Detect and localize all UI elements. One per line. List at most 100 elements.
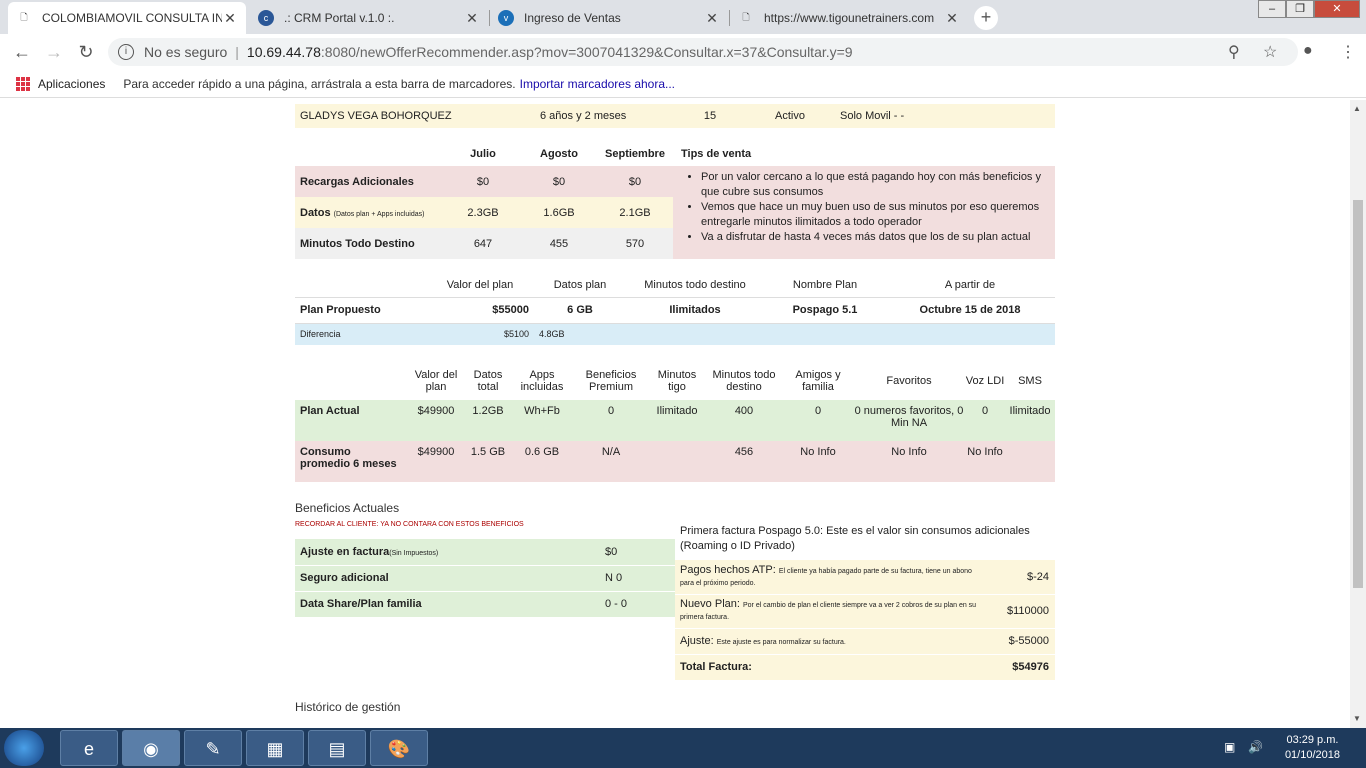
usage-header-row: Julio Agosto Septiembre Tips de venta: [295, 142, 1055, 166]
menu-icon[interactable]: ⋮: [1340, 42, 1356, 62]
current-header: Minutos todo destino: [712, 369, 776, 393]
usage-value: 1.6GB: [543, 206, 575, 219]
proposed-value: Octubre 15 de 2018: [919, 304, 1021, 316]
apps-shortcut[interactable]: Aplicaciones: [38, 77, 105, 91]
spreadsheet-icon[interactable]: ▤: [308, 730, 366, 766]
invoice-table: Pagos hechos ATP: El cliente ya había pa…: [675, 560, 1055, 680]
customer-name: GLADYS VEGA BOHORQUEZ: [300, 110, 452, 122]
current-header: SMS: [1018, 375, 1042, 387]
chrome-icon[interactable]: ◉: [122, 730, 180, 766]
omnibox-divider: |: [235, 44, 239, 60]
invoice-value: $-24: [1026, 570, 1049, 583]
close-icon[interactable]: ✕: [222, 10, 238, 27]
usage-sublabel: (Datos plan + Apps incluidas): [333, 210, 425, 218]
benefit-row: Ajuste en factura(Sin Impuestos) $0: [295, 539, 675, 565]
plan-cell: [649, 441, 705, 482]
plan-cell: No Info: [967, 446, 1003, 458]
address-bar[interactable]: i No es seguro | 10.69.44.78 :8080/newOf…: [108, 38, 1298, 66]
minimize-button[interactable]: –: [1258, 0, 1286, 18]
volume-icon[interactable]: 🔊: [1248, 740, 1263, 754]
tab-ingreso-ventas[interactable]: v Ingreso de Ventas ✕: [490, 2, 728, 34]
close-icon[interactable]: ✕: [704, 10, 720, 27]
invoice-title: Primera factura Pospago 5.0: Este es el …: [680, 525, 1030, 552]
tab-crm-portal[interactable]: c .: CRM Portal v.1.0 :. ✕: [250, 2, 488, 34]
plan-cell: N/A: [601, 446, 621, 458]
customer-row: GLADYS VEGA BOHORQUEZ 6 años y 2 meses 1…: [295, 104, 1055, 128]
clock-date: 01/10/2018: [1284, 749, 1340, 761]
tab-title: COLOMBIAMOVIL CONSULTA IN: [42, 11, 222, 25]
tab-title: Ingreso de Ventas: [524, 11, 621, 25]
invoice-total-row: Total Factura: $54976: [675, 654, 1055, 680]
paint-icon[interactable]: 🎨: [370, 730, 428, 766]
invoice-row: Nuevo Plan: Por el cambio de plan el cli…: [675, 594, 1055, 628]
plan-cell: 0 numeros favoritos, 0 Min NA: [854, 405, 964, 429]
benefits-table: Ajuste en factura(Sin Impuestos) $0 Segu…: [295, 539, 675, 617]
plan-cell: 1.2GB: [472, 405, 504, 417]
notepad-icon[interactable]: ✎: [184, 730, 242, 766]
close-icon[interactable]: ✕: [944, 10, 960, 27]
start-button[interactable]: [4, 730, 44, 766]
benefit-row: Seguro adicional N 0: [295, 565, 675, 591]
close-icon[interactable]: ✕: [464, 10, 480, 27]
plan-cell: No Info: [891, 446, 927, 458]
tab-colombiamovil[interactable]: 🗋 COLOMBIAMOVIL CONSULTA IN ✕: [8, 2, 246, 34]
customer-type: Solo Movil - -: [840, 110, 905, 122]
usage-value: 455: [549, 237, 569, 250]
benefit-label: Ajuste en factura: [300, 545, 390, 558]
calculator-icon[interactable]: ▦: [246, 730, 304, 766]
close-window-button[interactable]: ✕: [1314, 0, 1360, 18]
internet-explorer-icon[interactable]: e: [60, 730, 118, 766]
new-tab-button[interactable]: +: [974, 6, 998, 30]
benefits-title: Beneficios Actuales: [295, 501, 400, 515]
proposed-header-row: Valor del plan Datos plan Minutos todo d…: [295, 273, 1055, 297]
current-header: Apps incluidas: [520, 369, 564, 393]
plan-cell: 400: [734, 405, 754, 417]
row-label: Consumo promedio 6 meses: [300, 446, 397, 470]
customer-lines: 15: [703, 110, 717, 122]
usage-label: Minutos Todo Destino: [300, 237, 415, 250]
proposed-value: 6 GB: [567, 304, 593, 316]
scrollbar-thumb[interactable]: [1353, 200, 1363, 588]
avg-consumption-row: Consumo promedio 6 meses $49900 1.5 GB 0…: [295, 441, 1055, 482]
invoice-total-label: Total Factura:: [680, 661, 752, 674]
invoice-label-cell: Nuevo Plan: Por el cambio de plan el cli…: [675, 594, 985, 628]
proposed-header: Minutos todo destino: [644, 278, 746, 291]
apps-grid-icon[interactable]: [16, 76, 30, 91]
month-header: Agosto: [540, 148, 578, 160]
maximize-button[interactable]: ❐: [1286, 0, 1314, 18]
proposed-plan-label: Plan Propuesto: [300, 304, 381, 316]
invoice-label: Pagos hechos ATP:: [680, 563, 776, 576]
benefit-sublabel: (Sin Impuestos): [389, 549, 439, 557]
benefit-label: Data Share/Plan familia: [300, 598, 422, 611]
scroll-up-icon[interactable]: ▲: [1353, 104, 1361, 113]
url-host: 10.69.44.78: [246, 44, 321, 60]
reload-icon[interactable]: ↻: [70, 42, 102, 63]
usage-table: Julio Agosto Septiembre Tips de venta Re…: [295, 142, 1055, 259]
tips-header: Tips de venta: [681, 148, 752, 160]
bookmarks-bar: Aplicaciones Para acceder rápido a una p…: [0, 70, 1366, 98]
zoom-icon[interactable]: ⚲: [1228, 42, 1240, 62]
invoice-value: $-55000: [1008, 635, 1049, 647]
network-icon[interactable]: ▣: [1224, 740, 1235, 754]
tab-tigoune-trainers[interactable]: 🗋 https://www.tigounetrainers.com ✕: [730, 2, 968, 34]
info-icon[interactable]: i: [118, 44, 134, 60]
proposed-plan-table: Valor del plan Datos plan Minutos todo d…: [295, 273, 1055, 345]
bookmark-star-icon[interactable]: ☆: [1263, 42, 1277, 62]
import-bookmarks-link[interactable]: Importar marcadores ahora...: [520, 77, 675, 91]
account-icon[interactable]: ●: [1303, 42, 1313, 60]
customer-tenure: 6 años y 2 meses: [540, 110, 627, 122]
invoice-note: Este ajuste es para normalizar su factur…: [716, 639, 846, 646]
crm-favicon-icon: c: [258, 10, 274, 26]
sales-favicon-icon: v: [498, 10, 514, 26]
forward-icon[interactable]: →: [38, 42, 70, 63]
back-icon[interactable]: ←: [6, 42, 38, 63]
current-header: Favoritos: [886, 375, 932, 387]
benefit-value: $0: [605, 545, 618, 558]
proposed-header: Valor del plan: [446, 278, 514, 291]
usage-label: Recargas Adicionales: [300, 175, 414, 188]
scroll-down-icon[interactable]: ▼: [1353, 714, 1361, 723]
system-clock[interactable]: 03:29 p.m. 01/10/2018: [1285, 733, 1340, 763]
page-scrollbar[interactable]: ▲ ▼: [1350, 100, 1366, 728]
benefit-value: 0 - 0: [605, 598, 628, 611]
proposed-header: Nombre Plan: [792, 278, 858, 291]
